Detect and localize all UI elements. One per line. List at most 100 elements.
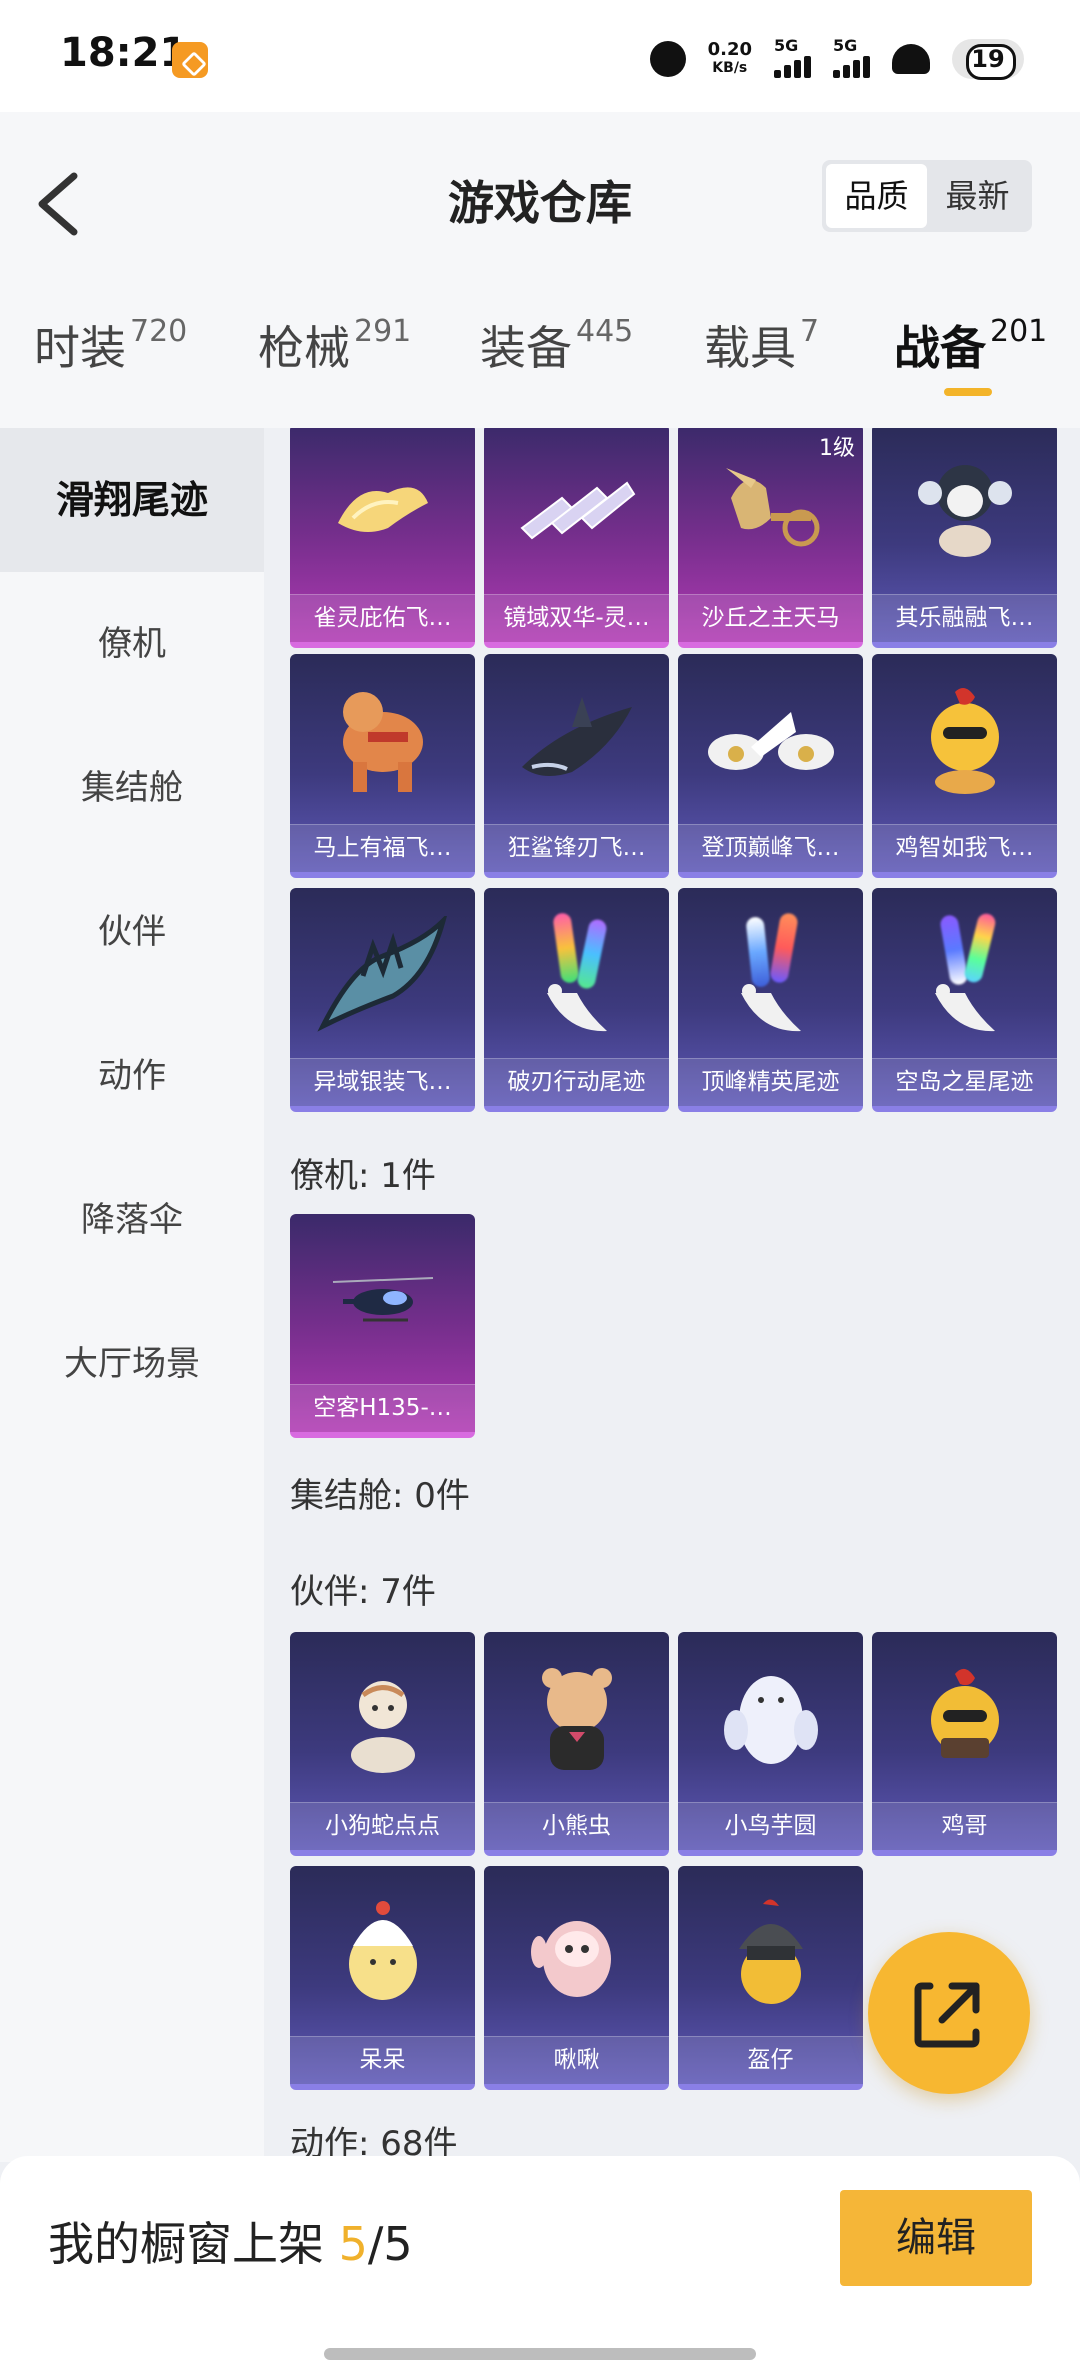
item-image [905, 911, 1025, 1043]
header: 游戏仓库 品质 最新 时装 720 枪械 291 装备 445 载具 7 战备 201 [0, 112, 1080, 428]
network-speed-unit: KB/s [712, 60, 748, 76]
tab-vehicles[interactable]: 载具 7 [704, 312, 819, 412]
sidebar-item-parachute[interactable]: 降落伞 [0, 1148, 264, 1292]
item-card[interactable]: 啾啾 [484, 1866, 669, 2090]
item-name: 破刃行动尾迹 [484, 1058, 669, 1106]
network-speed-value: 0.20 [707, 39, 752, 60]
item-image [517, 912, 637, 1043]
item-image [716, 1660, 826, 1784]
item-card[interactable]: 1级 沙丘之主天马 [678, 428, 863, 648]
tab-weapons[interactable]: 枪械 291 [258, 312, 411, 412]
item-card[interactable]: 镜域双华-灵… [484, 428, 669, 648]
item-card[interactable]: 小狗蛇点点 [290, 1632, 475, 1856]
item-name: 异域银装飞… [290, 1058, 475, 1106]
item-image [328, 682, 438, 806]
item-image [527, 1894, 627, 2018]
tab-fashion[interactable]: 时装 720 [34, 312, 187, 412]
item-name: 呆呆 [290, 2036, 475, 2084]
alarm-icon [649, 41, 686, 77]
sidebar-item-wingman[interactable]: 僚机 [0, 572, 264, 716]
item-name: 沙丘之主天马 [678, 594, 863, 642]
item-name: 空岛之星尾迹 [872, 1058, 1057, 1106]
sort-quality-button[interactable]: 品质 [826, 164, 927, 228]
item-image [711, 911, 831, 1043]
item-name: 其乐融融飞… [872, 594, 1057, 642]
edit-button[interactable]: 编辑 [840, 2190, 1032, 2286]
item-card[interactable]: 呆呆 [290, 1866, 475, 2090]
tab-label: 枪械 [258, 321, 350, 375]
showcase-current-count: 5 [338, 2217, 368, 2271]
item-image [313, 912, 453, 1040]
battery-icon: 19 [952, 39, 1024, 80]
status-icons: 0.20 KB/s 5G 5G 19 [649, 34, 1024, 84]
category-tabs: 时装 720 枪械 291 装备 445 载具 7 战备 201 [0, 312, 1080, 412]
item-image [512, 687, 642, 801]
signal-label: 5G [774, 36, 799, 55]
tab-count: 720 [130, 314, 188, 349]
item-image [333, 1660, 433, 1784]
item-card[interactable]: 顶峰精英尾迹 [678, 888, 863, 1112]
external-link-icon [914, 1982, 980, 2048]
sidebar-item-capsule[interactable]: 集结舱 [0, 716, 264, 860]
tab-equipment[interactable]: 装备 445 [480, 312, 633, 412]
item-name: 小狗蛇点点 [290, 1802, 475, 1850]
item-name: 狂鲨锋刃飞… [484, 824, 669, 872]
item-image [328, 473, 438, 547]
tab-count: 445 [576, 314, 634, 349]
section-title-capsule: 集结舱: 0件 [290, 1476, 470, 1516]
status-time: 18:21 [60, 30, 188, 76]
share-button[interactable] [868, 1932, 1030, 2094]
item-name: 啾啾 [484, 2036, 669, 2084]
item-card[interactable]: 空岛之星尾迹 [872, 888, 1057, 1112]
tab-count: 201 [990, 314, 1048, 349]
home-indicator[interactable] [324, 2348, 756, 2360]
sidebar-item-glide-trail[interactable]: 滑翔尾迹 [0, 428, 264, 572]
item-card[interactable]: 鸡哥 [872, 1632, 1057, 1856]
item-card[interactable]: 小熊虫 [484, 1632, 669, 1856]
sidebar-item-action[interactable]: 动作 [0, 1004, 264, 1148]
item-card[interactable]: 空客H135-… [290, 1214, 475, 1438]
item-card[interactable]: 鸡智如我飞… [872, 654, 1057, 878]
back-button[interactable] [30, 164, 90, 244]
tab-supplies[interactable]: 战备 201 [894, 312, 1047, 412]
sidebar-item-partner[interactable]: 伙伴 [0, 860, 264, 1004]
tab-label: 载具 [704, 321, 796, 375]
tab-label: 装备 [480, 321, 572, 375]
item-image [333, 1894, 433, 2018]
item-name: 小熊虫 [484, 1802, 669, 1850]
item-image [701, 692, 841, 796]
section-title-wingman: 僚机: 1件 [290, 1156, 436, 1196]
item-image [323, 1272, 443, 1336]
item-card[interactable]: 登顶巅峰飞… [678, 654, 863, 878]
item-image [721, 1894, 821, 2018]
item-card[interactable]: 盔仔 [678, 1866, 863, 2090]
active-tab-indicator [944, 388, 992, 396]
signal-icon: 5G [833, 36, 870, 78]
item-name: 小鸟芋圆 [678, 1802, 863, 1850]
signal-icon: 5G [774, 36, 811, 78]
showcase-status: 我的橱窗上架 5/5 [48, 2208, 413, 2274]
item-card[interactable]: 异域银装飞… [290, 888, 475, 1112]
item-image [512, 468, 642, 552]
item-name: 顶峰精英尾迹 [678, 1058, 863, 1106]
battery-level: 19 [971, 45, 1005, 73]
item-card[interactable]: 雀灵庇佑飞… [290, 428, 475, 648]
item-name: 空客H135-… [290, 1384, 475, 1432]
sort-latest-button[interactable]: 最新 [927, 164, 1028, 228]
status-bar: 18:21 0.20 KB/s 5G 5G 19 [0, 0, 1080, 112]
item-card[interactable]: 狂鲨锋刃飞… [484, 654, 669, 878]
item-grid: 雀灵庇佑飞… 镜域双华-灵… 1级 沙丘之主天马 其乐融融飞… 马上有福飞… 狂… [264, 428, 1080, 2162]
item-name: 盔仔 [678, 2036, 863, 2084]
sidebar-item-lobby-scene[interactable]: 大厅场景 [0, 1292, 264, 1436]
item-card[interactable]: 马上有福飞… [290, 654, 475, 878]
item-name: 马上有福飞… [290, 824, 475, 872]
item-card[interactable]: 破刃行动尾迹 [484, 888, 669, 1112]
item-card[interactable]: 其乐融融飞… [872, 428, 1057, 648]
item-name: 雀灵庇佑飞… [290, 594, 475, 642]
bottom-bar: 我的橱窗上架 5/5 编辑 [0, 2156, 1080, 2376]
signal-label: 5G [833, 36, 858, 55]
network-speed: 0.20 KB/s [708, 41, 752, 77]
tab-label: 战备 [894, 321, 986, 375]
tab-label: 时装 [34, 321, 126, 375]
item-card[interactable]: 小鸟芋圆 [678, 1632, 863, 1856]
